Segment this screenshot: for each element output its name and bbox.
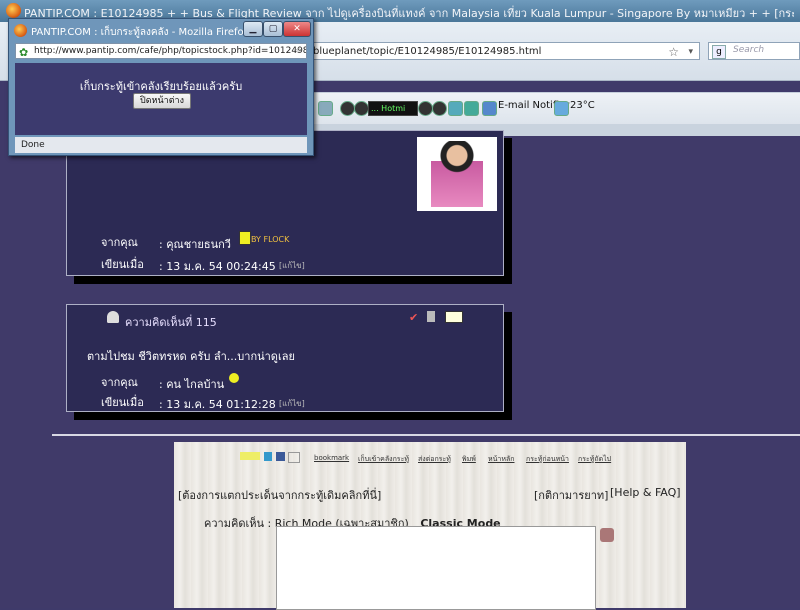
written-value: : 13 ม.ค. 54 01:12:28 (159, 398, 276, 411)
close-window-button[interactable]: ปิดหน้าต่าง (133, 93, 191, 109)
chat-icon[interactable] (448, 101, 463, 116)
flock-badge: BY FLOCK (251, 235, 290, 244)
divider (52, 434, 800, 436)
addon-toolbar: ... Hotmi E-mail Notifier 23°C (300, 92, 800, 125)
plus-share-icon[interactable] (240, 452, 260, 460)
popup-title: PANTIP.COM : เก็บกระทู้ลงคลัง - Mozilla … (31, 27, 250, 38)
temperature-label: 23°C (570, 100, 595, 111)
bookmark-star-icon[interactable]: ☆ (668, 43, 679, 61)
comment-label: ความคิดเห็น : (204, 517, 272, 530)
network-icon[interactable] (464, 101, 479, 116)
chevron-down-icon[interactable]: ▾ (688, 43, 693, 61)
help-faq-link[interactable]: [Help & FAQ] (610, 486, 681, 499)
minimize-icon[interactable]: ▁ (243, 21, 263, 37)
smiley-icon (229, 373, 239, 383)
stop-icon[interactable] (432, 101, 447, 116)
from-label: จากคุณ (101, 376, 138, 389)
from-value: : คุณชายธนกวี (159, 238, 231, 251)
search-placeholder: Search (733, 45, 765, 55)
comment-box: ความคิดเห็นที่ 115 ✔ ตามไปชม ชีวิตทรหด ค… (66, 304, 504, 412)
popup-content: เก็บกระทู้เข้าคลังเรียบร้อยแล้วครับ ปิดห… (15, 63, 307, 135)
comment-textarea[interactable] (276, 526, 596, 610)
bookmark-star-icon[interactable]: ☆ (295, 44, 303, 58)
close-icon[interactable]: ✕ (283, 21, 311, 37)
checkmark-icon[interactable]: ✔ (409, 311, 418, 324)
maximize-icon[interactable]: ▢ (263, 21, 283, 37)
search-box[interactable]: g Search (708, 42, 800, 60)
branch-topic-link[interactable]: [ต้องการแตกประเด็นจากกระทู้เดิมคลิกที่นี… (178, 486, 381, 504)
forward-circle-icon[interactable] (354, 101, 369, 116)
firefox-icon (6, 3, 21, 18)
edit-link[interactable]: [แก้ไข] (279, 397, 305, 410)
email-icon[interactable] (482, 101, 497, 116)
mascot-icon (239, 231, 251, 245)
edit-link[interactable]: [แก้ไข] (279, 259, 305, 272)
share-icon[interactable] (288, 452, 300, 463)
url-text: blueplanet/topic/E10124985/E10124985.htm… (313, 46, 542, 57)
written-label: เขียนเมื่อ (101, 258, 144, 271)
from-label: จากคุณ (101, 236, 138, 249)
popup-window: PANTIP.COM : เก็บกระทู้ลงคลัง - Mozilla … (8, 18, 314, 156)
hotmail-dropdown[interactable]: ... Hotmi (368, 101, 418, 116)
user-icon (107, 311, 119, 323)
written-value: : 13 ม.ค. 54 00:24:45 (159, 260, 276, 273)
avatar-photo (417, 137, 497, 211)
avatar-person-image (431, 141, 483, 207)
message-icon[interactable] (445, 311, 463, 323)
url-bar[interactable]: blueplanet/topic/E10124985/E10124985.htm… (306, 42, 700, 60)
comment-body: ตามไปชม ชีวิตทรหด ครับ ลำ...บากน่าดูเลย (87, 350, 295, 363)
back-circle-icon[interactable] (340, 101, 355, 116)
link-print[interactable]: พิมพ์ (462, 454, 476, 465)
popup-url-text: http://www.pantip.com/cafe/php/topicstoc… (34, 46, 307, 56)
from-value: : คน ไกลบ้าน (159, 378, 225, 391)
written-label: เขียนเมื่อ (101, 396, 144, 409)
popup-url-bar[interactable]: ✿ http://www.pantip.com/cafe/php/topicst… (15, 43, 307, 59)
link-home[interactable]: หน้าหลัก (488, 454, 514, 465)
link-previous[interactable]: กระทู้ก่อนหน้า (526, 454, 569, 465)
firefox-icon (14, 24, 27, 37)
link-forward[interactable]: ส่งต่อกระทู้ (418, 454, 451, 465)
toolbar-button-icon[interactable] (318, 101, 333, 116)
play-icon[interactable] (418, 101, 433, 116)
emoticon-icon[interactable] (600, 528, 614, 542)
rules-link[interactable]: [กติกามารยาท] (534, 486, 608, 504)
popup-status-bar: Done (15, 137, 307, 153)
comment-heading: ความคิดเห็นที่ 115 (125, 316, 217, 329)
site-favicon-icon: ✿ (19, 46, 29, 59)
twitter-icon[interactable] (264, 452, 272, 461)
link-next[interactable]: กระทู้ถัดไป (578, 454, 611, 465)
link-stock-topic[interactable]: เก็บเข้าคลังกระทู้ (358, 454, 409, 465)
trash-icon[interactable] (427, 311, 435, 322)
search-engine-icon[interactable]: g (712, 45, 726, 59)
facebook-icon[interactable] (276, 452, 285, 461)
link-bookmark[interactable]: bookmark (314, 454, 349, 462)
weather-icon (554, 101, 569, 116)
